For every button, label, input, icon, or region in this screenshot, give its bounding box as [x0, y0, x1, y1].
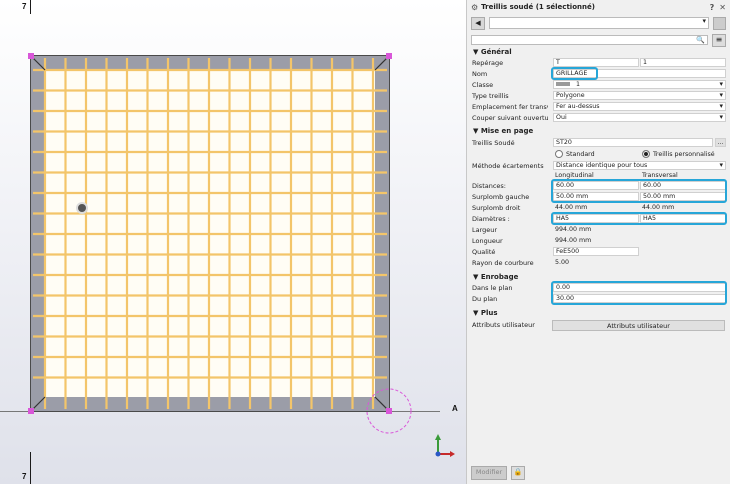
menu-icon: ≡ [715, 34, 723, 44]
nom-label: Nom [472, 69, 488, 78]
emplacement-label: Emplacement fer transve... [472, 102, 548, 111]
diametres-label: Diamètres : [472, 214, 510, 223]
lock-icon: 🔒 [513, 468, 523, 476]
back-button[interactable]: ◀ [471, 16, 485, 30]
reperage-number-field[interactable]: 1 [640, 58, 726, 67]
rayon-value: 5.00 [555, 258, 570, 266]
reperage-label: Repérage [472, 58, 504, 67]
3d-viewport[interactable]: 7 7 A [0, 0, 466, 484]
surplomb-droit-label: Surplomb droit [472, 203, 521, 212]
panel-title: Treillis soudé (1 sélectionné) [481, 3, 595, 11]
largeur-label: Largeur [472, 225, 498, 234]
close-icon[interactable]: ✕ [719, 3, 726, 12]
rotation-pivot-icon[interactable] [76, 202, 88, 214]
largeur-value: 994.00 mm [555, 225, 592, 233]
corner-handle[interactable] [28, 408, 34, 414]
dans-plan-label: Dans le plan [472, 283, 513, 292]
classe-dropdown[interactable]: 1 [553, 80, 726, 89]
methode-label: Méthode écartements [472, 161, 544, 170]
class-color-swatch [556, 82, 570, 86]
row-radio: Standard Treillis personnalisé [467, 149, 730, 160]
surplomb-droit-trans-value: 44.00 mm [642, 203, 675, 211]
couper-label: Couper suivant ouverture [472, 113, 548, 122]
panel-titlebar: ⚙ Treillis soudé (1 sélectionné) ? ✕ [467, 0, 730, 14]
help-icon[interactable]: ? [710, 3, 715, 12]
section-general[interactable]: ▼ Général [467, 46, 730, 57]
classe-label: Classe [472, 80, 494, 89]
search-icon: 🔍 [696, 36, 705, 44]
preset-dropdown[interactable] [489, 17, 709, 29]
surplomb-gauche-label: Surplomb gauche [472, 192, 530, 201]
row-couper: Couper suivant ouverture Oui [467, 112, 730, 123]
row-type: Type treillis Polygone [467, 90, 730, 101]
surplomb-droit-long-value: 44.00 mm [555, 203, 588, 211]
modify-button[interactable]: Modifier [471, 466, 507, 480]
classe-value: 1 [576, 81, 581, 88]
row-largeur: Largeur 994.00 mm [467, 224, 730, 235]
row-treillis: Treillis Soudé ST20 ... [467, 136, 730, 149]
row-surplomb-gauche: Surplomb gauche 50.00 mm 50.00 mm [467, 179, 730, 203]
row-rayon: Rayon de courbure 5.00 [467, 257, 730, 268]
treillis-label: Treillis Soudé [472, 138, 515, 147]
row-longueur: Longueur 994.00 mm [467, 235, 730, 246]
row-user-attributes: Attributs utilisateur Attributs utilisat… [467, 318, 730, 332]
distances-highlight [551, 179, 727, 203]
row-classe: Classe 1 [467, 79, 730, 90]
row-reperage: Repérage T 1 [467, 57, 730, 68]
corner-handle[interactable] [28, 53, 34, 59]
du-plan-label: Du plan [472, 294, 498, 303]
radio-custom-dot [642, 150, 650, 158]
qualite-field[interactable]: FeE500 [553, 247, 639, 256]
radio-standard-dot [555, 150, 563, 158]
qualite-label: Qualité [472, 247, 496, 256]
welded-mesh-drawing[interactable] [0, 0, 466, 484]
row-nom: Nom GRILLAGE [467, 67, 730, 80]
row-emplacement: Emplacement fer transve... Fer au-dessus [467, 101, 730, 112]
cover-highlight [551, 281, 727, 305]
coordinate-axes-icon [435, 434, 455, 457]
methode-dropdown[interactable]: Distance identique pour tous [553, 161, 726, 170]
panel-toolbar: ◀ [467, 16, 730, 30]
row-diametres: Diamètres : HA5 HA5 [467, 212, 730, 225]
section-more[interactable]: ▼ Plus [467, 307, 730, 318]
radio-custom-label: Treillis personnalisé [653, 151, 715, 158]
treillis-field[interactable]: ST20 [553, 138, 713, 147]
corner-handle[interactable] [386, 408, 392, 414]
row-qualite: Qualité FeE500 [467, 246, 730, 257]
property-search-input[interactable]: 🔍 [471, 35, 708, 45]
lock-button[interactable]: 🔒 [511, 466, 525, 480]
row-methode: Méthode écartements Distance identique p… [467, 160, 730, 171]
longueur-value: 994.00 mm [555, 236, 592, 244]
couper-dropdown[interactable]: Oui [553, 113, 726, 122]
type-dropdown[interactable]: Polygone [553, 91, 726, 100]
distances-label: Distances: [472, 181, 506, 190]
radio-custom[interactable]: Treillis personnalisé [640, 150, 715, 159]
user-attributes-label: Attributs utilisateur [472, 321, 535, 329]
corner-handle[interactable] [386, 53, 392, 59]
radio-standard-label: Standard [566, 151, 595, 158]
rayon-label: Rayon de courbure [472, 258, 534, 267]
properties-panel: ⚙ Treillis soudé (1 sélectionné) ? ✕ ◀ 🔍… [466, 0, 730, 484]
reperage-prefix-field[interactable]: T [553, 58, 639, 67]
back-arrow-icon: ◀ [475, 19, 481, 27]
row-du-plan: Du plan 30.00 [467, 281, 730, 305]
panel-footer: Modifier 🔒 [471, 466, 525, 480]
user-attributes-button[interactable]: Attributs utilisateur [552, 319, 725, 331]
section-layout[interactable]: ▼ Mise en page [467, 125, 730, 136]
panel-menu-button[interactable]: ≡ [712, 33, 726, 47]
save-preset-button[interactable] [713, 16, 726, 30]
search-row: 🔍 ≡ [467, 33, 730, 47]
longueur-label: Longueur [472, 236, 503, 245]
emplacement-dropdown[interactable]: Fer au-dessus [553, 102, 726, 111]
settings-gear-icon: ⚙ [471, 2, 479, 12]
properties-list: ▼ Général Repérage T 1 Nom GRILLAGE Clas… [467, 46, 730, 332]
treillis-browse-button[interactable]: ... [715, 138, 726, 147]
radio-standard[interactable]: Standard [553, 150, 595, 159]
type-label: Type treillis [472, 91, 509, 100]
